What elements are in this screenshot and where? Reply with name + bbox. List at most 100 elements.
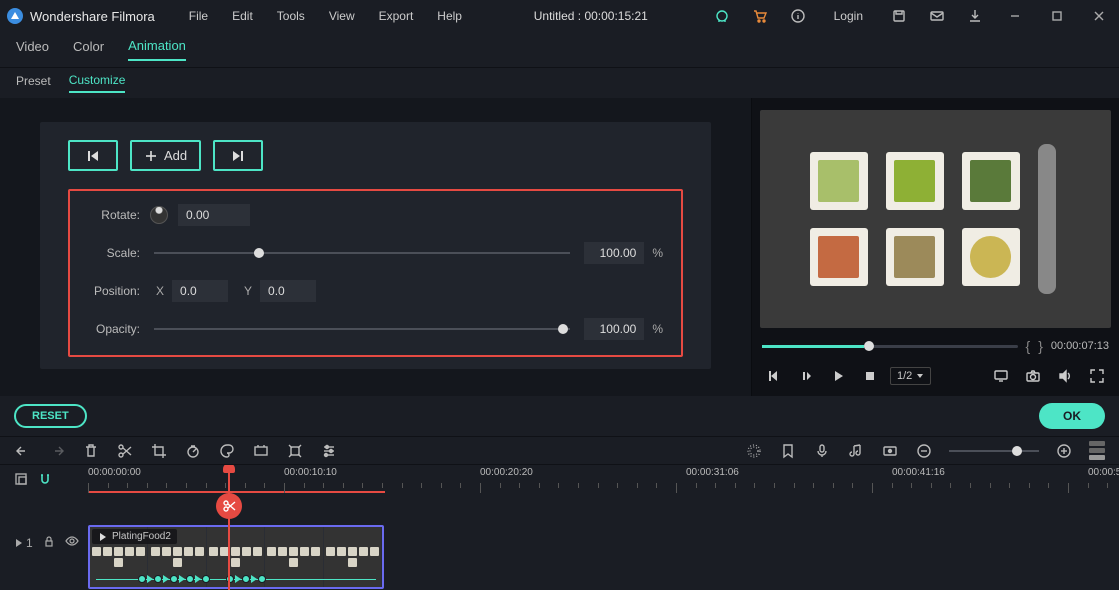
rotate-dial[interactable] xyxy=(150,206,168,224)
keyframe-marker[interactable] xyxy=(154,575,162,583)
delete-icon[interactable] xyxy=(82,442,100,460)
animation-subtabs: Preset Customize xyxy=(0,68,1119,98)
track-manager-icon[interactable] xyxy=(14,472,28,489)
keyframe-marker[interactable] xyxy=(242,575,250,583)
position-label: Position: xyxy=(88,284,140,298)
prev-keyframe-button[interactable] xyxy=(68,140,118,171)
keyframe-icon[interactable] xyxy=(881,442,899,460)
voiceover-icon[interactable] xyxy=(813,442,831,460)
snapshot-icon[interactable] xyxy=(1021,364,1045,388)
track-view-icon[interactable] xyxy=(1089,441,1105,460)
playhead[interactable] xyxy=(228,465,230,590)
rotate-input[interactable] xyxy=(178,204,250,226)
tab-color[interactable]: Color xyxy=(73,39,104,60)
ok-button[interactable]: OK xyxy=(1039,403,1105,429)
reset-button[interactable]: RESET xyxy=(14,404,87,428)
menu-edit[interactable]: Edit xyxy=(222,5,263,27)
menu-tools[interactable]: Tools xyxy=(267,5,315,27)
playback-speed[interactable]: 1/2 xyxy=(890,367,931,385)
save-icon[interactable] xyxy=(887,4,911,28)
snap-icon[interactable] xyxy=(38,472,52,489)
menu-view[interactable]: View xyxy=(319,5,365,27)
video-clip[interactable]: PlatingFood2 xyxy=(88,525,384,589)
login-button[interactable]: Login xyxy=(824,5,873,27)
titlebar-right: Login xyxy=(710,4,1113,28)
speed-value: 1/2 xyxy=(897,370,912,382)
maximize-button[interactable] xyxy=(1043,4,1071,28)
timeline-ruler[interactable]: 00:00:00:00 00:00:10:10 00:00:20:20 00:0… xyxy=(88,465,1119,495)
keyframe-marker[interactable] xyxy=(138,575,146,583)
mail-icon[interactable] xyxy=(925,4,949,28)
cut-icon[interactable] xyxy=(216,493,242,519)
ruler-label: 00:00:10:10 xyxy=(284,467,337,478)
split-icon[interactable] xyxy=(116,442,134,460)
opacity-unit: % xyxy=(652,322,663,336)
redo-icon[interactable] xyxy=(48,442,66,460)
mark-out-icon[interactable]: } xyxy=(1038,338,1043,354)
menu-export[interactable]: Export xyxy=(369,5,424,27)
minimize-button[interactable] xyxy=(1001,4,1029,28)
opacity-row: Opacity: % xyxy=(88,317,663,341)
fullscreen-icon[interactable] xyxy=(1085,364,1109,388)
next-keyframe-button[interactable] xyxy=(213,140,263,171)
preview-panel: { } 00:00:07:13 1/2 xyxy=(751,98,1119,396)
display-settings-icon[interactable] xyxy=(989,364,1013,388)
zoom-in-icon[interactable] xyxy=(1055,442,1073,460)
seek-slider[interactable] xyxy=(762,345,1018,348)
timeline-body[interactable]: 00:00:00:00 00:00:10:10 00:00:20:20 00:0… xyxy=(88,465,1119,590)
keyframe-marker[interactable] xyxy=(202,575,210,583)
track-visibility-icon[interactable] xyxy=(65,534,79,551)
opacity-slider[interactable] xyxy=(154,328,570,330)
keyframe-marker[interactable] xyxy=(186,575,194,583)
audio-mixer-icon[interactable] xyxy=(847,442,865,460)
pos-y-input[interactable] xyxy=(260,280,316,302)
play-button[interactable] xyxy=(826,364,850,388)
scale-row: Scale: % xyxy=(88,241,663,265)
scale-slider[interactable] xyxy=(154,252,570,254)
scale-label: Scale: xyxy=(88,246,140,260)
undo-icon[interactable] xyxy=(14,442,32,460)
zoom-slider[interactable] xyxy=(949,450,1039,452)
render-icon[interactable] xyxy=(745,442,763,460)
add-keyframe-button[interactable]: Add xyxy=(130,140,201,171)
zoom-out-icon[interactable] xyxy=(915,442,933,460)
speed-icon[interactable] xyxy=(184,442,202,460)
pos-x-input[interactable] xyxy=(172,280,228,302)
play-back-button[interactable] xyxy=(794,364,818,388)
step-back-button[interactable] xyxy=(762,364,786,388)
tab-video[interactable]: Video xyxy=(16,39,49,60)
tab-animation[interactable]: Animation xyxy=(128,38,186,61)
download-icon[interactable] xyxy=(963,4,987,28)
ruler-label: 00:00:41:16 xyxy=(892,467,945,478)
track-lock-icon[interactable] xyxy=(43,535,55,550)
customize-panel: Add Rotate: Scale: % xyxy=(40,122,711,369)
preview-viewport[interactable] xyxy=(760,110,1111,328)
greenscreen-icon[interactable] xyxy=(252,442,270,460)
support-icon[interactable] xyxy=(710,4,734,28)
panel-actions: RESET OK xyxy=(0,396,1119,436)
mark-in-icon[interactable]: { xyxy=(1026,338,1031,354)
subtab-preset[interactable]: Preset xyxy=(16,74,51,92)
color-icon[interactable] xyxy=(218,442,236,460)
close-button[interactable] xyxy=(1085,4,1113,28)
titlebar: Wondershare Filmora File Edit Tools View… xyxy=(0,0,1119,32)
keyframe-marker[interactable] xyxy=(258,575,266,583)
marker-icon[interactable] xyxy=(779,442,797,460)
animation-panel: Add Rotate: Scale: % xyxy=(0,98,751,396)
stop-button[interactable] xyxy=(858,364,882,388)
scale-input[interactable] xyxy=(584,242,644,264)
adjust-icon[interactable] xyxy=(320,442,338,460)
ruler-label: 00:00:00:00 xyxy=(88,467,141,478)
opacity-input[interactable] xyxy=(584,318,644,340)
cart-icon[interactable] xyxy=(748,4,772,28)
keyframe-marker[interactable] xyxy=(170,575,178,583)
add-keyframe-label: Add xyxy=(164,148,187,163)
menu-help[interactable]: Help xyxy=(427,5,472,27)
volume-icon[interactable] xyxy=(1053,364,1077,388)
playback-controls: 1/2 xyxy=(752,360,1119,396)
crop-icon[interactable] xyxy=(150,442,168,460)
expand-icon[interactable] xyxy=(286,442,304,460)
info-icon[interactable] xyxy=(786,4,810,28)
menu-file[interactable]: File xyxy=(179,5,218,27)
subtab-customize[interactable]: Customize xyxy=(69,73,126,93)
